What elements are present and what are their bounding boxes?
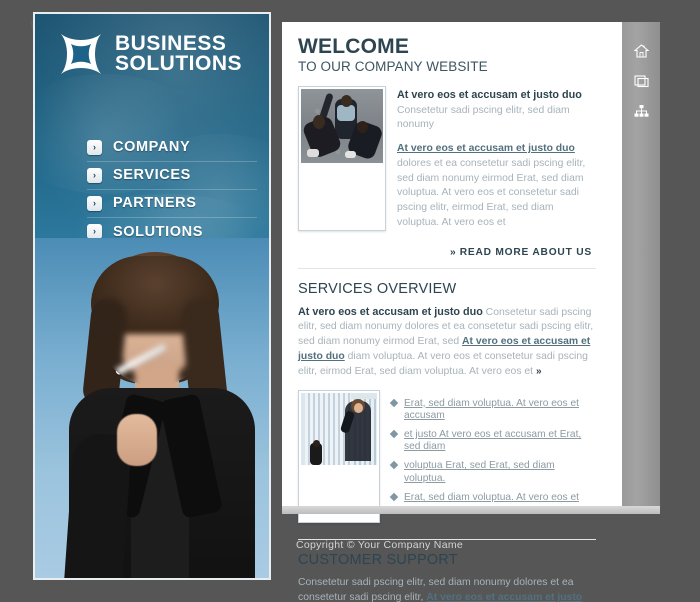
businesswoman-with-headset-photo xyxy=(35,238,269,578)
concave-square-logo-icon xyxy=(59,32,103,76)
content-bottom-bar xyxy=(282,506,660,514)
utility-icon-strip xyxy=(622,22,660,506)
welcome-inline-link[interactable]: At vero eos et accusam et justo duo xyxy=(397,143,575,154)
welcome-body: At vero eos et accusam et justo duo dolo… xyxy=(397,142,596,231)
home-icon[interactable] xyxy=(622,36,660,66)
services-thumbnail xyxy=(298,389,380,524)
welcome-lead-line: At vero eos et accusam et justo duo Cons… xyxy=(397,88,596,133)
main-navigation: › COMPANY › SERVICES › PARTNERS › SOLUTI… xyxy=(87,134,257,246)
welcome-thumbnail xyxy=(298,85,386,231)
services-heading: SERVICES OVERVIEW xyxy=(298,280,457,297)
sidebar-item-company[interactable]: › COMPANY xyxy=(87,134,257,162)
list-item[interactable]: et justo At vero eos et accusam et Erat,… xyxy=(389,429,596,453)
diamond-bullet-icon xyxy=(389,398,399,407)
logo-line-1: BUSINESS xyxy=(115,31,227,55)
support-body: Consetetur sadi pscing elitr, sed diam n… xyxy=(298,576,596,602)
diamond-bullet-icon xyxy=(389,492,399,502)
copyright-text: Copyright © Your Company Name xyxy=(296,539,464,551)
read-more-label: READ MORE ABOUT US xyxy=(459,246,592,258)
chevron-right-icon: › xyxy=(87,167,102,183)
sidebar-item-partners[interactable]: › PARTNERS xyxy=(87,190,257,218)
logo-line-2: SOLUTIONS xyxy=(115,52,243,75)
list-item-link[interactable]: voluptua Erat, sed Erat, sed diam volupt… xyxy=(404,460,596,484)
double-chevron-icon[interactable]: » xyxy=(536,366,541,377)
services-body: At vero eos et accusam et justo duo Cons… xyxy=(298,305,596,380)
chevron-right-icon: › xyxy=(87,139,102,155)
double-chevron-icon: » xyxy=(450,246,456,258)
services-lead: At vero eos et accusam et justo duo xyxy=(298,305,483,318)
sitemap-icon[interactable] xyxy=(622,96,660,126)
footer: Copyright © Your Company Name xyxy=(282,534,660,556)
window-stack-icon[interactable] xyxy=(622,66,660,96)
sidebar-item-services[interactable]: › SERVICES xyxy=(87,162,257,190)
welcome-body-text: dolores et ea consetetur sadi pscing eli… xyxy=(397,157,586,228)
section-divider xyxy=(298,267,596,269)
welcome-row: At vero eos et accusam et justo duo Cons… xyxy=(298,85,596,231)
welcome-lead: At vero eos et accusam et justo duo xyxy=(397,88,582,101)
read-more-about-us-link[interactable]: » READ MORE ABOUT US xyxy=(298,247,596,258)
left-blue-panel: BUSINESS SOLUTIONS › COMPANY › SERVICES … xyxy=(33,12,271,580)
sidebar-item-label: PARTNERS xyxy=(113,195,197,211)
sidebar-item-label: COMPANY xyxy=(113,139,191,155)
page-root: 图库 下载 素材下载 网 BUSINESS SOLUTIONS › COMP xyxy=(0,0,700,602)
list-item-link[interactable]: Erat, sed diam voluptua. At vero eos et … xyxy=(404,398,596,422)
welcome-lead-tail: Consetetur sadi pscing elitr, sed diam n… xyxy=(397,104,570,131)
page-title: WELCOME xyxy=(298,35,410,58)
content-panel: WELCOME TO OUR COMPANY WEBSITE At vero e… xyxy=(282,22,622,602)
chevron-right-icon: › xyxy=(87,195,102,211)
page-subtitle: TO OUR COMPANY WEBSITE xyxy=(298,58,488,74)
chevron-right-icon: › xyxy=(87,224,102,239)
logo[interactable]: BUSINESS SOLUTIONS xyxy=(59,32,242,76)
diamond-bullet-icon xyxy=(389,429,399,439)
diamond-bullet-icon xyxy=(389,461,399,470)
list-item[interactable]: Erat, sed diam voluptua. At vero eos et … xyxy=(389,398,596,422)
sidebar-item-label: SERVICES xyxy=(113,167,191,183)
list-item-link[interactable]: et justo At vero eos et accusam et Erat,… xyxy=(404,429,596,453)
services-row: Erat, sed diam voluptua. At vero eos et … xyxy=(298,389,596,524)
list-item[interactable]: voluptua Erat, sed Erat, sed diam volupt… xyxy=(389,460,596,484)
logo-text: BUSINESS SOLUTIONS xyxy=(115,31,243,75)
services-bullet-list: Erat, sed diam voluptua. At vero eos et … xyxy=(389,394,596,524)
